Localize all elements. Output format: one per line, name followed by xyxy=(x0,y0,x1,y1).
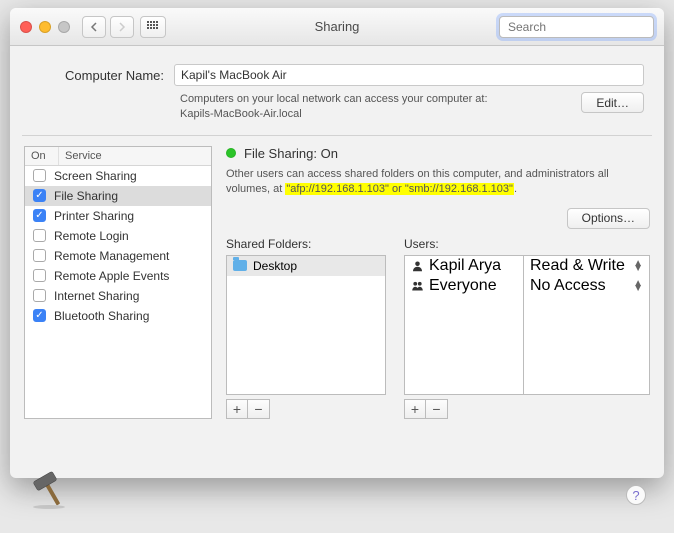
user-name: Everyone xyxy=(429,277,497,295)
permissions-list[interactable]: Read & Write ▲▼ No Access ▲▼ xyxy=(524,255,650,395)
remove-folder-button[interactable]: − xyxy=(248,399,270,419)
service-label: Printer Sharing xyxy=(54,209,134,223)
service-checkbox[interactable] xyxy=(33,269,46,282)
chevron-right-icon xyxy=(118,22,126,32)
window-title: Sharing xyxy=(315,19,360,34)
show-all-button[interactable] xyxy=(140,16,166,38)
service-checkbox[interactable] xyxy=(33,289,46,302)
folders-add-remove: + − xyxy=(226,399,386,419)
shared-folders-column: Shared Folders: Desktop + − xyxy=(226,237,386,419)
permission-value: Read & Write xyxy=(530,257,625,275)
services-header-service: Service xyxy=(59,147,211,165)
sharing-preferences-window: Sharing ✕ Computer Name: Computers on yo… xyxy=(10,8,664,478)
service-label: File Sharing xyxy=(54,189,118,203)
folders-users-row: Shared Folders: Desktop + − Users: Kapil… xyxy=(226,237,650,419)
service-checkbox[interactable] xyxy=(33,309,46,322)
service-label: Bluetooth Sharing xyxy=(54,309,149,323)
permission-row[interactable]: No Access ▲▼ xyxy=(524,276,649,296)
close-button[interactable] xyxy=(20,21,32,33)
traffic-lights xyxy=(20,21,70,33)
main-content: On Service Screen Sharing File Sharing Pri… xyxy=(10,146,664,419)
folder-name: Desktop xyxy=(253,259,297,273)
options-button[interactable]: Options… xyxy=(567,208,650,229)
service-label: Internet Sharing xyxy=(54,289,139,303)
navigation-buttons xyxy=(82,16,134,38)
services-header-on: On xyxy=(25,147,59,165)
folder-row[interactable]: Desktop xyxy=(227,256,385,276)
service-label: Screen Sharing xyxy=(54,169,137,183)
service-row[interactable]: Bluetooth Sharing xyxy=(25,306,211,326)
computer-name-subtext: Computers on your local network can acce… xyxy=(180,92,571,123)
shared-folders-label: Shared Folders: xyxy=(226,237,386,251)
users-add-remove: + − xyxy=(404,399,650,419)
service-row[interactable]: Remote Management xyxy=(25,246,211,266)
computer-name-label: Computer Name: xyxy=(30,68,164,83)
options-row: Options… xyxy=(226,208,650,229)
search-field-container[interactable]: ✕ xyxy=(499,16,654,38)
remove-user-button[interactable]: − xyxy=(426,399,448,419)
add-user-button[interactable]: + xyxy=(404,399,426,419)
service-checkbox[interactable] xyxy=(33,229,46,242)
computer-name-row: Computer Name: xyxy=(10,46,664,90)
add-folder-button[interactable]: + xyxy=(226,399,248,419)
divider xyxy=(22,135,652,136)
users-grid: Kapil AryaEveryone Read & Write▲▼No Acce… xyxy=(404,255,650,395)
status-row: File Sharing: On xyxy=(226,146,650,161)
zoom-button[interactable] xyxy=(58,21,70,33)
titlebar: Sharing ✕ xyxy=(10,8,664,46)
stepper-icon[interactable]: ▲▼ xyxy=(633,281,643,291)
services-header: On Service xyxy=(25,147,211,166)
computer-name-subtext-row: Computers on your local network can acce… xyxy=(10,90,664,135)
address-highlight: "afp://192.168.1.103" or "smb://192.168.… xyxy=(285,183,514,195)
chevron-left-icon xyxy=(90,22,98,32)
service-checkbox[interactable] xyxy=(33,189,46,202)
minimize-button[interactable] xyxy=(39,21,51,33)
user-row[interactable]: Everyone xyxy=(405,276,523,296)
service-checkbox[interactable] xyxy=(33,249,46,262)
service-row[interactable]: Remote Apple Events xyxy=(25,266,211,286)
user-row[interactable]: Kapil Arya xyxy=(405,256,523,276)
service-label: Remote Management xyxy=(54,249,169,263)
search-input[interactable] xyxy=(504,20,664,34)
service-checkbox[interactable] xyxy=(33,169,46,182)
services-body: Screen Sharing File Sharing Printer Sharin… xyxy=(25,166,211,326)
service-row[interactable]: File Sharing xyxy=(25,186,211,206)
service-detail: File Sharing: On Other users can access … xyxy=(226,146,650,419)
permission-value: No Access xyxy=(530,277,606,295)
back-button[interactable] xyxy=(82,16,106,38)
computer-name-input[interactable] xyxy=(174,64,644,86)
user-name: Kapil Arya xyxy=(429,257,501,275)
person-icon xyxy=(411,260,424,272)
grid-icon xyxy=(147,21,159,33)
service-row[interactable]: Printer Sharing xyxy=(25,206,211,226)
folder-icon xyxy=(233,260,247,271)
service-row[interactable]: Internet Sharing xyxy=(25,286,211,306)
shared-folders-list[interactable]: Desktop xyxy=(226,255,386,395)
group-icon xyxy=(411,280,424,292)
status-title: File Sharing: On xyxy=(244,146,338,161)
status-description: Other users can access shared folders on… xyxy=(226,167,650,198)
service-row[interactable]: Screen Sharing xyxy=(25,166,211,186)
service-row[interactable]: Remote Login xyxy=(25,226,211,246)
permission-row[interactable]: Read & Write ▲▼ xyxy=(524,256,649,276)
stepper-icon[interactable]: ▲▼ xyxy=(633,261,643,271)
service-label: Remote Login xyxy=(54,229,129,243)
service-label: Remote Apple Events xyxy=(54,269,169,283)
users-label: Users: xyxy=(404,237,650,251)
edit-button[interactable]: Edit… xyxy=(581,92,644,113)
users-list[interactable]: Kapil Arya Everyone xyxy=(404,255,524,395)
service-checkbox[interactable] xyxy=(33,209,46,222)
help-button[interactable]: ? xyxy=(626,485,646,505)
status-indicator-icon xyxy=(226,148,236,158)
hammer-icon xyxy=(28,467,70,509)
forward-button[interactable] xyxy=(110,16,134,38)
users-column: Users: Kapil Arya Everyone Read & Write ▲▼… xyxy=(404,237,650,419)
services-list[interactable]: On Service Screen Sharing File Sharing Pri… xyxy=(24,146,212,419)
